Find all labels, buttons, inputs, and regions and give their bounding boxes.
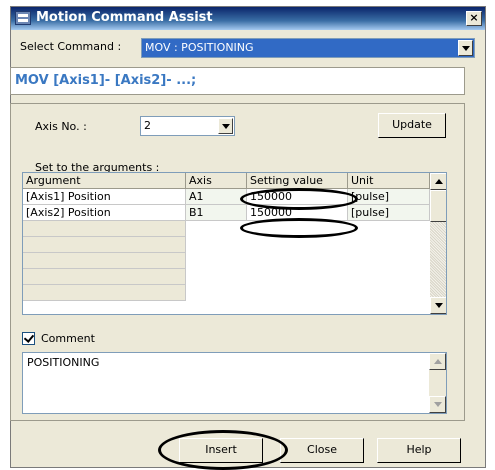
scroll-down-icon[interactable] (429, 396, 446, 413)
table-scrollbar[interactable] (430, 173, 446, 314)
close-button[interactable]: Close (280, 438, 364, 463)
column-header-argument[interactable]: Argument (23, 173, 186, 189)
arguments-table[interactable]: Argument Axis Setting value Unit [Axis1]… (22, 172, 447, 315)
close-icon[interactable]: × (466, 11, 482, 26)
comment-textarea[interactable]: POSITIONING (22, 352, 447, 414)
dropdown-arrow-icon[interactable] (458, 40, 473, 56)
help-button[interactable]: Help (377, 438, 461, 463)
update-button[interactable]: Update (378, 113, 446, 138)
select-command-label: Select Command : (20, 40, 122, 53)
table-cell-setting-value[interactable]: 150000 (247, 189, 348, 205)
command-syntax-text: MOV [Axis1]- [Axis2]- ...; (15, 73, 197, 88)
insert-button[interactable]: Insert (179, 438, 263, 463)
scroll-thumb[interactable] (430, 190, 446, 222)
axis-no-value: 2 (144, 119, 151, 132)
scroll-up-icon[interactable] (430, 173, 446, 190)
empty-row (23, 253, 186, 269)
comment-label: Comment (41, 332, 95, 345)
comment-scrollbar[interactable] (429, 353, 446, 413)
command-syntax-box: MOV [Axis1]- [Axis2]- ...; (10, 67, 465, 95)
scroll-down-icon[interactable] (430, 297, 446, 314)
window-app-icon (15, 11, 31, 25)
scroll-track[interactable] (430, 222, 446, 297)
axis-no-label: Axis No. : (35, 120, 87, 133)
table-cell-setting-value[interactable]: 150000 (247, 205, 348, 221)
empty-row (23, 285, 186, 301)
select-command-value: MOV : POSITIONING (145, 41, 254, 54)
select-command-dropdown[interactable]: MOV : POSITIONING (141, 38, 475, 58)
table-cell-axis: B1 (186, 205, 247, 221)
dropdown-arrow-icon[interactable] (218, 118, 233, 134)
table-cell-argument: [Axis2] Position (23, 205, 186, 221)
comment-checkbox[interactable] (22, 332, 35, 345)
table-cell-unit: [pulse] (348, 205, 430, 221)
title-bar[interactable]: Motion Command Assist × (11, 7, 485, 30)
table-cell-unit: [pulse] (348, 189, 430, 205)
column-header-axis[interactable]: Axis (186, 173, 247, 189)
scroll-up-icon[interactable] (429, 353, 446, 370)
window-title: Motion Command Assist (36, 10, 213, 25)
column-header-setting-value[interactable]: Setting value (247, 173, 348, 189)
empty-row (23, 221, 186, 237)
table-cell-axis: A1 (186, 189, 247, 205)
table-cell-argument: [Axis1] Position (23, 189, 186, 205)
comment-text: POSITIONING (27, 356, 100, 369)
empty-row (23, 269, 186, 285)
axis-no-dropdown[interactable]: 2 (140, 116, 235, 136)
column-header-unit[interactable]: Unit (348, 173, 430, 189)
empty-row (23, 237, 186, 253)
